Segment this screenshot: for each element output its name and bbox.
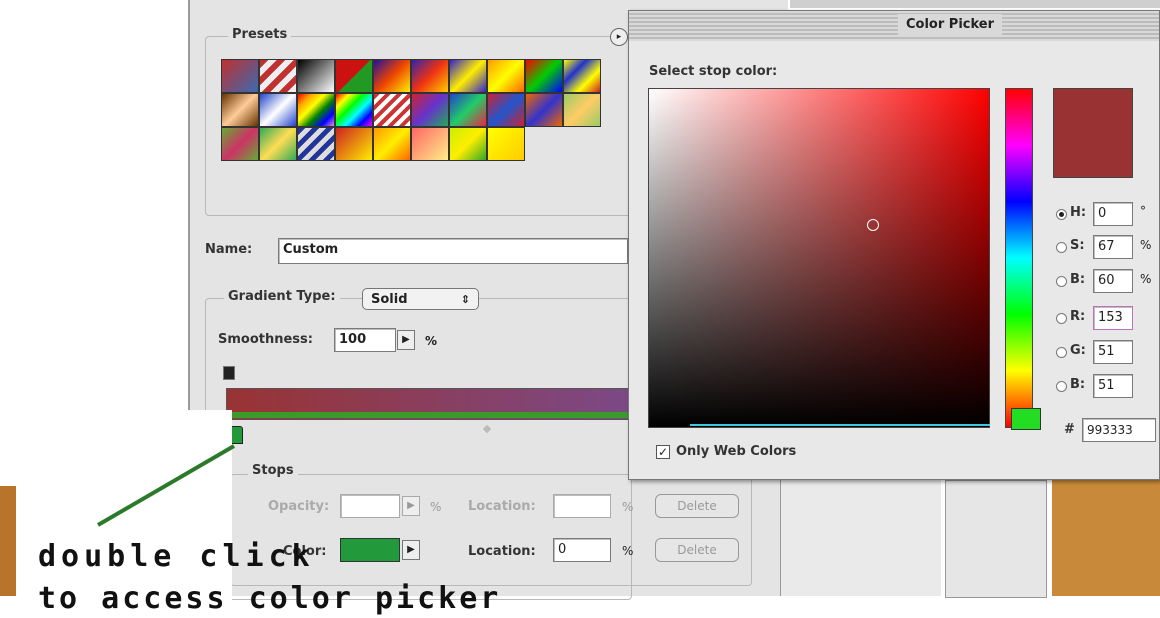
g-label: G:	[1070, 343, 1086, 358]
color-field[interactable]	[648, 88, 990, 428]
select-stop-color-label: Select stop color:	[649, 64, 778, 79]
gradient-type-value: Solid	[371, 292, 408, 307]
h-radio[interactable]	[1056, 209, 1067, 220]
hex-field[interactable]: 993333	[1082, 418, 1156, 442]
b-unit: %	[1140, 272, 1152, 286]
presets-menu-button[interactable]: ▸	[610, 28, 628, 46]
preset-swatch[interactable]	[563, 93, 601, 127]
preset-swatch[interactable]	[449, 127, 487, 161]
color-field-cursor[interactable]	[867, 219, 879, 231]
annotation-orange-edge	[0, 486, 16, 596]
stops-label: Stops	[248, 463, 298, 478]
name-field[interactable]: Custom	[278, 238, 628, 264]
opacity-delete-button[interactable]: Delete	[655, 494, 739, 518]
preset-swatch[interactable]	[487, 93, 525, 127]
selected-color-preview	[1053, 88, 1133, 178]
only-web-colors-label: Only Web Colors	[676, 444, 797, 459]
select-arrows-icon: ⇕	[460, 293, 470, 306]
preset-swatch[interactable]	[335, 93, 373, 127]
preset-swatch[interactable]	[411, 93, 449, 127]
preset-swatch[interactable]	[373, 127, 411, 161]
preset-swatch[interactable]	[411, 127, 449, 161]
color-field-bottom-line	[690, 424, 990, 426]
preset-swatch[interactable]	[335, 59, 373, 93]
preset-swatch[interactable]	[259, 59, 297, 93]
preset-swatch[interactable]	[449, 93, 487, 127]
gradient-bar-green-strip	[232, 412, 632, 418]
color-picker-title: Color Picker	[898, 14, 1003, 36]
r-radio[interactable]	[1056, 313, 1067, 324]
opacity-field[interactable]	[340, 494, 400, 518]
preset-swatch[interactable]	[487, 59, 525, 93]
background-panel	[780, 480, 941, 596]
color-location-field[interactable]: 0	[553, 538, 611, 562]
b-radio[interactable]	[1056, 276, 1067, 287]
only-web-colors-checkbox[interactable]: ✓	[656, 445, 670, 459]
color-picker-titlebar	[629, 11, 1159, 41]
g-field[interactable]: 51	[1093, 340, 1133, 364]
presets-label: Presets	[228, 27, 292, 42]
color-swatch[interactable]	[340, 538, 400, 562]
smoothness-label: Smoothness:	[218, 332, 313, 347]
background-canvas-thumbnail	[1052, 480, 1160, 596]
preset-swatch[interactable]	[525, 93, 563, 127]
s-unit: %	[1140, 238, 1152, 252]
r-label: R:	[1070, 309, 1086, 324]
preset-swatch[interactable]	[297, 127, 335, 161]
background-panel-2	[945, 480, 1047, 598]
smoothness-unit: %	[425, 334, 438, 348]
preset-swatch[interactable]	[525, 59, 563, 93]
g-radio[interactable]	[1056, 347, 1067, 358]
annotation-text-line-1: double click	[38, 539, 315, 574]
h-unit: °	[1140, 204, 1146, 218]
b-label: B:	[1070, 272, 1086, 287]
s-radio[interactable]	[1056, 242, 1067, 253]
preset-swatch[interactable]	[297, 93, 335, 127]
h-label: H:	[1070, 205, 1087, 220]
opacity-location-field[interactable]	[553, 494, 611, 518]
hue-slider[interactable]	[1005, 88, 1033, 428]
opacity-location-unit: %	[622, 500, 634, 514]
preset-swatch[interactable]	[259, 93, 297, 127]
opacity-stop-marker[interactable]	[223, 366, 235, 380]
color-location-label: Location:	[468, 544, 536, 559]
preset-swatch[interactable]	[487, 127, 525, 161]
opacity-unit: %	[430, 500, 442, 514]
preset-swatch[interactable]	[221, 127, 259, 161]
color-arrow-button[interactable]: ▶	[402, 540, 420, 560]
background-top-strip	[790, 0, 1160, 8]
opacity-location-label: Location:	[468, 499, 536, 514]
smoothness-arrow-button[interactable]: ▶	[397, 330, 415, 350]
smoothness-field[interactable]: 100	[334, 328, 396, 352]
opacity-arrow-button[interactable]: ▶	[402, 496, 420, 516]
blue-field[interactable]: 51	[1093, 374, 1133, 398]
hex-label: #	[1064, 422, 1075, 437]
annotation-text-line-2: to access color picker	[38, 581, 502, 616]
preset-swatch[interactable]	[221, 93, 259, 127]
color-location-unit: %	[622, 544, 634, 558]
name-label: Name:	[205, 242, 253, 257]
b-field[interactable]: 60	[1093, 269, 1133, 293]
preset-swatch[interactable]	[221, 59, 259, 93]
hue-slider-marker[interactable]	[1011, 408, 1041, 430]
preset-swatch[interactable]	[449, 59, 487, 93]
preset-swatch[interactable]	[411, 59, 449, 93]
s-label: S:	[1070, 238, 1085, 253]
s-field[interactable]: 67	[1093, 235, 1133, 259]
gradient-type-select[interactable]: Solid ⇕	[362, 288, 479, 310]
preset-swatch[interactable]	[373, 59, 411, 93]
color-delete-button[interactable]: Delete	[655, 538, 739, 562]
preset-swatch[interactable]	[563, 59, 601, 93]
preset-swatch[interactable]	[373, 93, 411, 127]
h-field[interactable]: 0	[1093, 202, 1133, 226]
blue-radio[interactable]	[1056, 381, 1067, 392]
preset-swatch[interactable]	[297, 59, 335, 93]
blue-label: B:	[1070, 377, 1086, 392]
opacity-label: Opacity:	[268, 499, 330, 514]
r-field[interactable]: 153	[1093, 306, 1133, 330]
gradient-type-label: Gradient Type:	[224, 289, 340, 304]
presets-grid	[221, 59, 605, 161]
preset-swatch[interactable]	[259, 127, 297, 161]
preset-swatch[interactable]	[335, 127, 373, 161]
